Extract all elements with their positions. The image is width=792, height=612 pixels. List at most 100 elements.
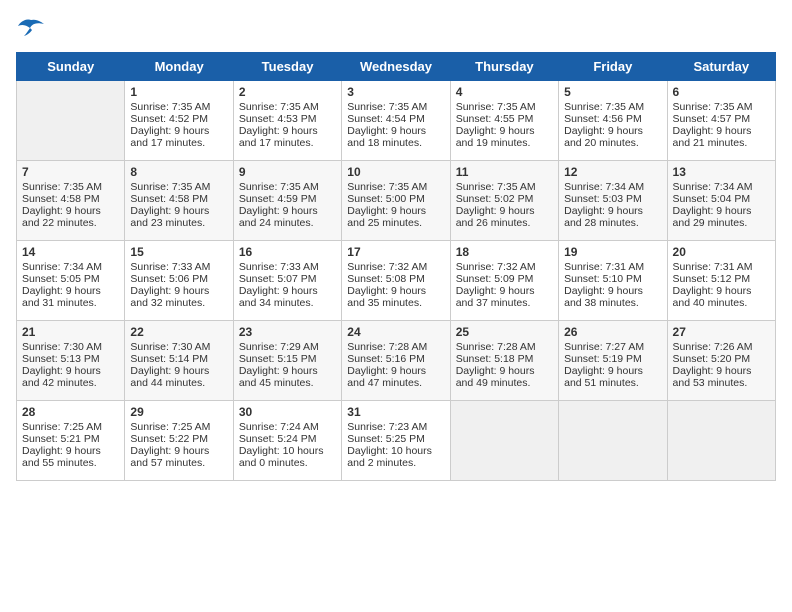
sunrise-text: Sunrise: 7:35 AM [130, 181, 227, 193]
day-number: 15 [130, 245, 227, 259]
sunset-text: Sunset: 4:52 PM [130, 113, 227, 125]
sunset-text: Sunset: 5:15 PM [239, 353, 336, 365]
sunrise-text: Sunrise: 7:33 AM [239, 261, 336, 273]
sunset-text: Sunset: 5:04 PM [673, 193, 770, 205]
day-number: 30 [239, 405, 336, 419]
calendar-cell: 12Sunrise: 7:34 AMSunset: 5:03 PMDayligh… [559, 161, 667, 241]
day-number: 26 [564, 325, 661, 339]
calendar-cell: 25Sunrise: 7:28 AMSunset: 5:18 PMDayligh… [450, 321, 558, 401]
calendar-cell [667, 401, 775, 481]
sunrise-text: Sunrise: 7:30 AM [22, 341, 119, 353]
daylight-text: Daylight: 9 hours and 51 minutes. [564, 365, 661, 389]
day-number: 8 [130, 165, 227, 179]
sunset-text: Sunset: 5:00 PM [347, 193, 444, 205]
sunset-text: Sunset: 4:54 PM [347, 113, 444, 125]
sunset-text: Sunset: 5:24 PM [239, 433, 336, 445]
sunset-text: Sunset: 5:10 PM [564, 273, 661, 285]
week-row-1: 1 Sunrise: 7:35 AM Sunset: 4:52 PM Daylight… [17, 81, 776, 161]
sunset-text: Sunset: 5:14 PM [130, 353, 227, 365]
calendar-cell [450, 401, 558, 481]
daylight-text: Daylight: 9 hours and 25 minutes. [347, 205, 444, 229]
day-number: 13 [673, 165, 770, 179]
sunrise-text: Sunrise: 7:35 AM [22, 181, 119, 193]
sunrise-text: Sunrise: 7:25 AM [22, 421, 119, 433]
calendar-cell: 23Sunrise: 7:29 AMSunset: 5:15 PMDayligh… [233, 321, 341, 401]
calendar-cell: 27Sunrise: 7:26 AMSunset: 5:20 PMDayligh… [667, 321, 775, 401]
sunset-text: Sunset: 4:58 PM [130, 193, 227, 205]
weekday-header-tuesday: Tuesday [233, 53, 341, 81]
calendar-cell: 22Sunrise: 7:30 AMSunset: 5:14 PMDayligh… [125, 321, 233, 401]
day-number: 12 [564, 165, 661, 179]
daylight-text: Daylight: 9 hours and 42 minutes. [22, 365, 119, 389]
calendar-cell: 3Sunrise: 7:35 AMSunset: 4:54 PMDaylight… [342, 81, 450, 161]
calendar-cell: 11Sunrise: 7:35 AMSunset: 5:02 PMDayligh… [450, 161, 558, 241]
day-number: 14 [22, 245, 119, 259]
logo-bird-icon [16, 16, 46, 40]
day-number: 6 [673, 85, 770, 99]
day-number: 10 [347, 165, 444, 179]
sunrise-text: Sunrise: 7:23 AM [347, 421, 444, 433]
sunrise-text: Sunrise: 7:31 AM [564, 261, 661, 273]
day-number: 1 [130, 85, 227, 99]
day-number: 17 [347, 245, 444, 259]
daylight-text: Daylight: 10 hours and 0 minutes. [239, 445, 336, 469]
calendar-cell [559, 401, 667, 481]
sunset-text: Sunset: 4:53 PM [239, 113, 336, 125]
sunrise-text: Sunrise: 7:32 AM [347, 261, 444, 273]
weekday-header-row: SundayMondayTuesdayWednesdayThursdayFrid… [17, 53, 776, 81]
daylight-text: Daylight: 9 hours and 18 minutes. [347, 125, 444, 149]
day-number: 19 [564, 245, 661, 259]
calendar-cell: 10Sunrise: 7:35 AMSunset: 5:00 PMDayligh… [342, 161, 450, 241]
sunrise-text: Sunrise: 7:24 AM [239, 421, 336, 433]
logo [16, 16, 50, 40]
sunrise-text: Sunrise: 7:35 AM [456, 101, 553, 113]
sunset-text: Sunset: 4:56 PM [564, 113, 661, 125]
daylight-text: Daylight: 9 hours and 47 minutes. [347, 365, 444, 389]
sunset-text: Sunset: 5:05 PM [22, 273, 119, 285]
calendar-cell: 17Sunrise: 7:32 AMSunset: 5:08 PMDayligh… [342, 241, 450, 321]
sunrise-text: Sunrise: 7:34 AM [22, 261, 119, 273]
calendar-cell: 21Sunrise: 7:30 AMSunset: 5:13 PMDayligh… [17, 321, 125, 401]
sunrise-text: Sunrise: 7:32 AM [456, 261, 553, 273]
day-number: 27 [673, 325, 770, 339]
day-number: 31 [347, 405, 444, 419]
sunset-text: Sunset: 5:06 PM [130, 273, 227, 285]
day-number: 22 [130, 325, 227, 339]
day-number: 5 [564, 85, 661, 99]
sunset-text: Sunset: 4:58 PM [22, 193, 119, 205]
weekday-header-sunday: Sunday [17, 53, 125, 81]
calendar-cell: 26Sunrise: 7:27 AMSunset: 5:19 PMDayligh… [559, 321, 667, 401]
sunset-text: Sunset: 5:22 PM [130, 433, 227, 445]
sunset-text: Sunset: 4:59 PM [239, 193, 336, 205]
daylight-text: Daylight: 9 hours and 44 minutes. [130, 365, 227, 389]
sunrise-text: Sunrise: 7:28 AM [347, 341, 444, 353]
weekday-header-wednesday: Wednesday [342, 53, 450, 81]
calendar-cell: 16Sunrise: 7:33 AMSunset: 5:07 PMDayligh… [233, 241, 341, 321]
sunrise-text: Sunrise: 7:35 AM [564, 101, 661, 113]
weekday-header-saturday: Saturday [667, 53, 775, 81]
calendar-cell: 14Sunrise: 7:34 AMSunset: 5:05 PMDayligh… [17, 241, 125, 321]
sunset-text: Sunset: 5:02 PM [456, 193, 553, 205]
calendar-cell: 20Sunrise: 7:31 AMSunset: 5:12 PMDayligh… [667, 241, 775, 321]
daylight-text: Daylight: 9 hours and 26 minutes. [456, 205, 553, 229]
sunrise-text: Sunrise: 7:34 AM [673, 181, 770, 193]
calendar-cell: 29Sunrise: 7:25 AMSunset: 5:22 PMDayligh… [125, 401, 233, 481]
daylight-text: Daylight: 9 hours and 55 minutes. [22, 445, 119, 469]
daylight-text: Daylight: 9 hours and 45 minutes. [239, 365, 336, 389]
daylight-text: Daylight: 9 hours and 22 minutes. [22, 205, 119, 229]
sunrise-text: Sunrise: 7:31 AM [673, 261, 770, 273]
sunset-text: Sunset: 4:57 PM [673, 113, 770, 125]
calendar-cell: 30 Sunrise: 7:24 AMSunset: 5:24 PMDayligh… [233, 401, 341, 481]
daylight-text: Daylight: 9 hours and 32 minutes. [130, 285, 227, 309]
day-number: 9 [239, 165, 336, 179]
sunrise-text: Sunrise: 7:34 AM [564, 181, 661, 193]
daylight-text: Daylight: 9 hours and 17 minutes. [239, 125, 336, 149]
day-number: 7 [22, 165, 119, 179]
day-number: 21 [22, 325, 119, 339]
daylight-text: Daylight: 9 hours and 19 minutes. [456, 125, 553, 149]
weekday-header-thursday: Thursday [450, 53, 558, 81]
sunrise-text: Sunrise: 7:27 AM [564, 341, 661, 353]
sunrise-text: Sunrise: 7:35 AM [347, 101, 444, 113]
daylight-text: Daylight: 9 hours and 21 minutes. [673, 125, 770, 149]
sunrise-text: Sunrise: 7:25 AM [130, 421, 227, 433]
